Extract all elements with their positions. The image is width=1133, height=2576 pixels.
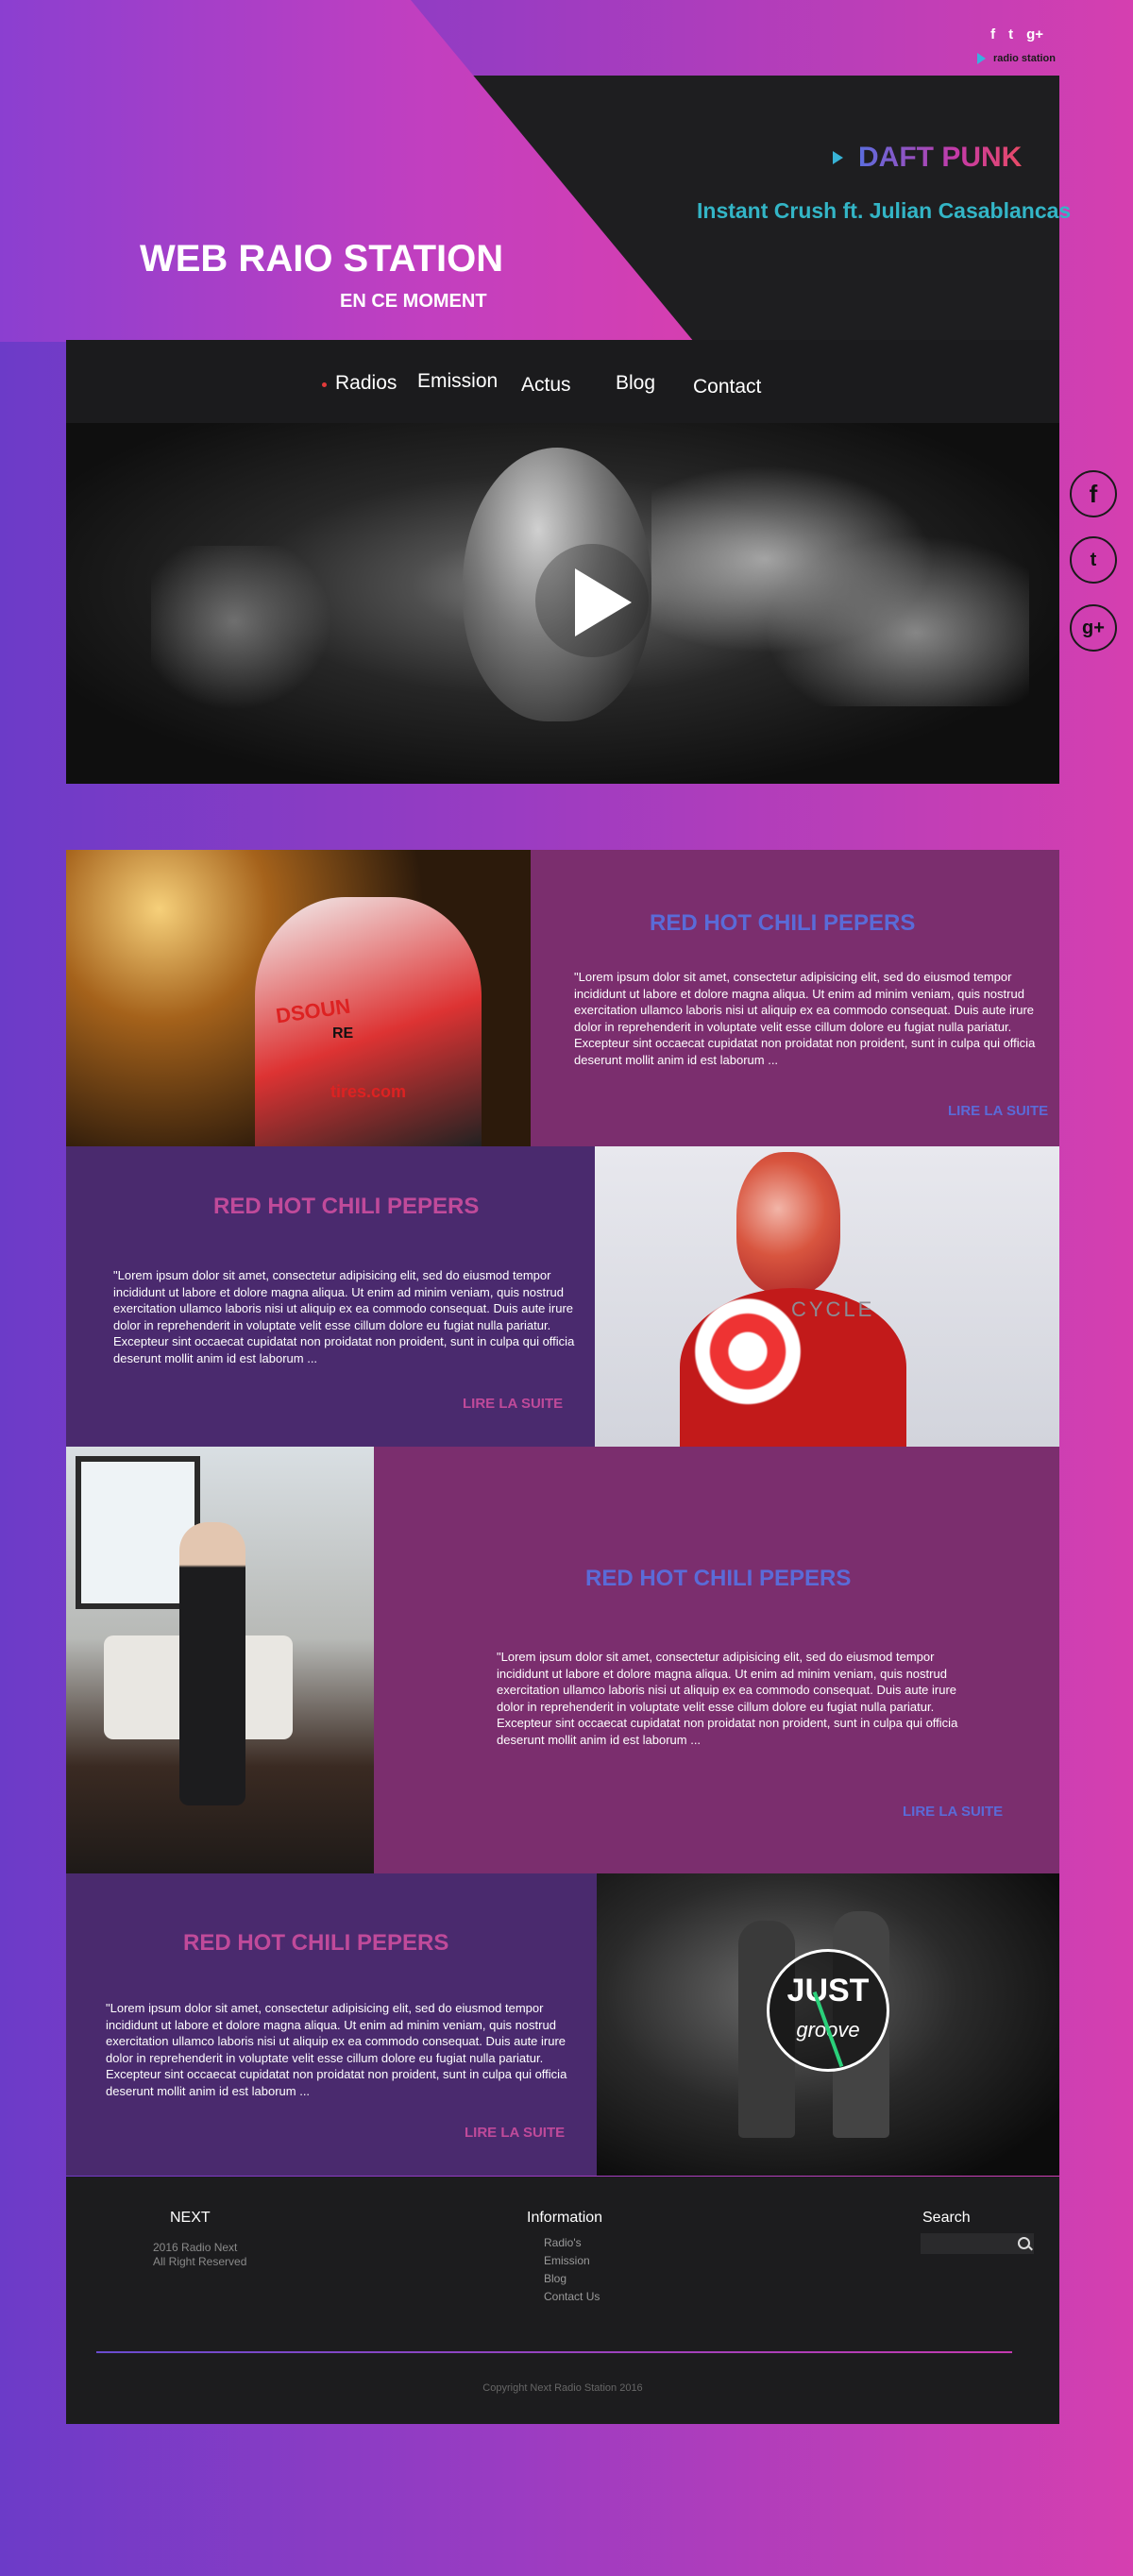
card-2-read-more[interactable]: LIRE LA SUITE <box>463 1396 563 1412</box>
side-facebook-button[interactable]: f <box>1070 470 1117 517</box>
suit-text-2: RE <box>332 1025 354 1042</box>
active-dot <box>322 382 327 387</box>
facebook-icon: f <box>1089 479 1098 508</box>
card-4-content: RED HOT CHILI PEPERS "Lorem ipsum dolor … <box>66 1873 597 2176</box>
now-playing-artist[interactable]: DAFT PUNK <box>833 142 1022 174</box>
play-button[interactable] <box>535 544 649 657</box>
google-plus-icon: g+ <box>1082 617 1105 638</box>
search-input[interactable] <box>921 2233 1034 2254</box>
footer-line-2: All Right Reserved <box>153 2255 247 2268</box>
top-social-icons: f t g+ <box>990 26 1043 42</box>
footer-search-title: Search <box>922 2210 971 2226</box>
card-1-image: DSOUN RE tires.com <box>66 850 531 1146</box>
site-title: WEB RAIO STATION <box>140 238 504 280</box>
suit-text-3: tires.com <box>330 1082 407 1101</box>
cycle-text: CYCLE <box>791 1297 875 1321</box>
card-1-content: RED HOT CHILI PEPERS "Lorem ipsum dolor … <box>531 850 1059 1146</box>
footer: NEXT 2016 Radio Next All Right Reserved … <box>66 2177 1059 2424</box>
driver-figure: DSOUN RE tires.com <box>255 897 482 1146</box>
footer-line-1: 2016 Radio Next <box>153 2241 238 2254</box>
hero-decoration <box>151 546 359 735</box>
card-1-title: RED HOT CHILI PEPERS <box>650 910 916 936</box>
side-twitter-button[interactable]: t <box>1070 536 1117 584</box>
nav-item-radios[interactable]: Radios <box>335 372 397 395</box>
site-subtitle: EN CE MOMENT <box>340 291 487 312</box>
card-4-read-more[interactable]: LIRE LA SUITE <box>465 2125 565 2141</box>
suit-text-1: DSOUN <box>274 993 352 1028</box>
card-1-read-more[interactable]: LIRE LA SUITE <box>948 1103 1048 1119</box>
footer-link-blog[interactable]: Blog <box>544 2272 566 2285</box>
play-small-icon <box>976 53 986 64</box>
woman-figure <box>179 1522 245 1805</box>
search-icon[interactable] <box>1018 2237 1030 2249</box>
card-3-image <box>66 1447 374 1873</box>
radio-station-link[interactable]: radio station <box>976 53 1056 64</box>
hero-smoke <box>651 461 1029 706</box>
facebook-icon[interactable]: f <box>990 26 995 42</box>
card-4-text: "Lorem ipsum dolor sit amet, consectetur… <box>106 2001 567 2098</box>
card-4-image: JUST groove <box>597 1873 1059 2176</box>
hero-video[interactable] <box>66 423 1059 784</box>
side-google-plus-button[interactable]: g+ <box>1070 604 1117 652</box>
twitter-icon[interactable]: t <box>1008 26 1013 42</box>
card-2-text: "Lorem ipsum dolor sit amet, consectetur… <box>113 1268 575 1365</box>
copyright: Copyright Next Radio Station 2016 <box>482 2382 643 2394</box>
radio-station-label: radio station <box>992 53 1056 64</box>
footer-information-title: Information <box>527 2210 603 2226</box>
card-2-image: CYCLE <box>595 1146 1059 1447</box>
nav-item-emission[interactable]: Emission <box>417 370 498 393</box>
now-playing-track: Instant Crush ft. Julian Casablancas <box>697 198 1072 223</box>
logo-text-just: JUST <box>786 1973 870 2008</box>
twitter-icon: t <box>1090 549 1097 570</box>
footer-link-emission[interactable]: Emission <box>544 2254 590 2267</box>
artist-name: DAFT PUNK <box>858 142 1023 173</box>
footer-divider <box>96 2351 1012 2353</box>
play-icon <box>575 568 632 636</box>
play-indicator-icon <box>833 151 843 164</box>
nav-item-blog[interactable]: Blog <box>616 372 655 395</box>
card-4-title: RED HOT CHILI PEPERS <box>183 1930 449 1956</box>
sculpture-head <box>736 1152 840 1294</box>
footer-link-contact[interactable]: Contact Us <box>544 2290 600 2303</box>
card-3-read-more[interactable]: LIRE LA SUITE <box>903 1804 1003 1820</box>
main-nav: Radios Emission Actus Blog Contact <box>66 340 1059 423</box>
nav-item-contact[interactable]: Contact <box>693 376 761 398</box>
card-2-content: RED HOT CHILI PEPERS "Lorem ipsum dolor … <box>66 1146 595 1447</box>
card-1-text: "Lorem ipsum dolor sit amet, consectetur… <box>574 970 1036 1067</box>
card-3-title: RED HOT CHILI PEPERS <box>585 1566 852 1591</box>
just-groove-logo: JUST groove <box>767 1949 889 2072</box>
card-3-content: RED HOT CHILI PEPERS "Lorem ipsum dolor … <box>374 1447 1059 1873</box>
card-3-text: "Lorem ipsum dolor sit amet, consectetur… <box>497 1650 958 1747</box>
card-2-title: RED HOT CHILI PEPERS <box>213 1194 480 1219</box>
footer-link-radios[interactable]: Radio's <box>544 2236 582 2249</box>
google-plus-icon[interactable]: g+ <box>1026 26 1043 42</box>
footer-next-title: NEXT <box>170 2210 211 2226</box>
nav-item-actus[interactable]: Actus <box>521 374 571 397</box>
